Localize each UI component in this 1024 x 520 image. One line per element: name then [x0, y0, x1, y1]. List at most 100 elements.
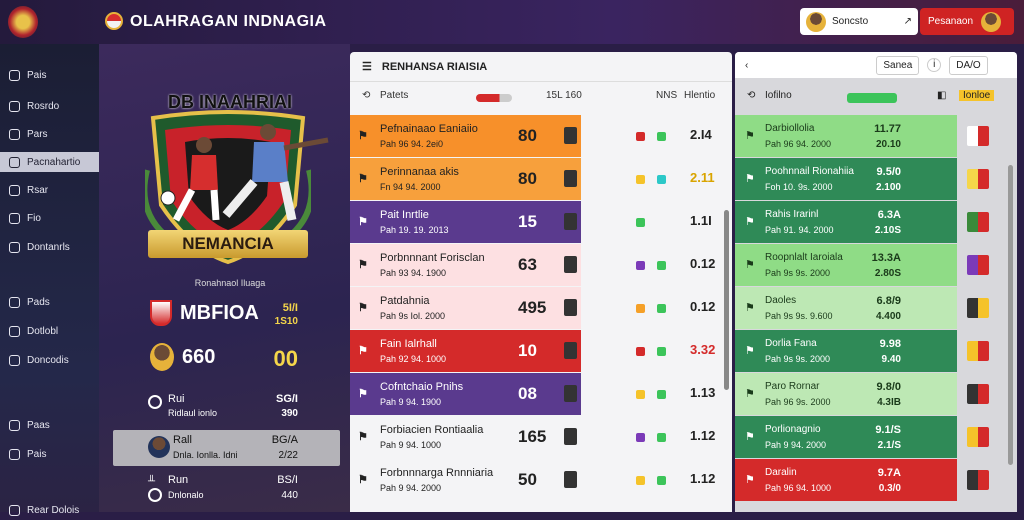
hero-card-1[interactable]: Rall Dnla. Ionlla. Idni BG/A 2/22 [113, 430, 340, 466]
team-icon: ⚑ [358, 474, 368, 486]
player-thumb-icon [564, 127, 577, 144]
search-avatar-icon [806, 11, 826, 32]
sidebar-item-12[interactable]: Rear Dolois [0, 500, 99, 520]
odds-title: Paro Rornar [765, 381, 820, 392]
standings-row[interactable]: ⚑ Porbnnnant Forisclan Pah 93 94. 1900 63 0.… [350, 244, 722, 286]
tab-a[interactable]: Sanea [876, 55, 920, 75]
search-input[interactable]: Soncsto ↗ [800, 8, 918, 35]
standings-row[interactable]: ⚑ Forbiacien Rontiaalia Pah 9 94. 1000 165 1… [350, 416, 722, 458]
odds-val2: 9.40 [881, 354, 901, 365]
hero-row-3-name: Rui [168, 393, 185, 405]
odds-header: ‹ Sanea i DA/O [735, 52, 1017, 78]
row-number: 10 [518, 341, 537, 360]
row-sub: Pah 93 94. 1900 [380, 268, 447, 278]
app-logo-icon[interactable] [8, 6, 38, 38]
team-flag-icon [967, 427, 989, 447]
sidebar-item-7[interactable]: Pads [0, 292, 99, 312]
sidebar-item-label: Pars [27, 128, 48, 140]
row-sub: Pah 92 94. 1000 [380, 354, 447, 364]
player-thumb-icon [564, 213, 577, 230]
odds-title: Porlionagnio [765, 424, 821, 435]
sidebar-item-0[interactable]: Pais [0, 65, 99, 85]
odds-scrollbar[interactable] [1008, 165, 1013, 465]
odds-row[interactable]: ⚑ Poohnnail Rionahiia Foh 10. 9s. 2000 9.5/… [735, 158, 1005, 200]
odds-row[interactable]: ⚑ Paro Rornar Pah 96 9s. 2000 9.8/0 4.3IB [735, 373, 1005, 415]
hero-row-2[interactable]: 660 [150, 343, 215, 371]
sidebar-item-6[interactable]: Dontanrls [0, 237, 99, 257]
odds-row[interactable]: ⚑ Porlionagnio Pah 9 94. 2000 9.1/S 2.1/S [735, 416, 1005, 458]
book-icon [9, 128, 20, 140]
standings-row[interactable]: ⚑ Fain Ialrhall Pah 92 94. 1000 10 3.32 [350, 330, 722, 372]
odds-row[interactable]: ⚑ Darbiollolia Pah 96 94. 2000 11.77 20.10 [735, 115, 1005, 157]
sidebar-item-9[interactable]: Doncodis [0, 350, 99, 370]
row-value: 1.12 [690, 428, 716, 443]
column-header: ⟲ Patets 15L 160 NNS Hlentio [350, 90, 732, 108]
team-flag-icon [967, 470, 989, 490]
progress-bar [476, 94, 512, 102]
team-flag-icon [967, 298, 989, 318]
team-icon: ⚑ [358, 173, 368, 185]
sidebar-item-2[interactable]: Pars [0, 124, 99, 144]
team-flag-icon [967, 255, 989, 275]
cta-button[interactable]: Pesanaon [920, 8, 1014, 35]
team-icon: ⚑ [358, 431, 368, 443]
odds-val2: 2.1/S [877, 440, 901, 451]
standings-scrollbar[interactable] [724, 210, 729, 390]
sidebar-item-11[interactable]: Pais [0, 444, 99, 464]
sidebar-item-3[interactable]: Pacnahartio [0, 152, 99, 172]
standings-row[interactable]: ⚑ Forbnnnarga Rnnniaria Pah 9 94. 2000 50 1.… [350, 459, 722, 501]
row-value: 2.I4 [690, 127, 712, 142]
team-icon: ⚑ [358, 345, 368, 357]
info-icon[interactable]: i [927, 58, 942, 72]
hero-row-1[interactable]: MBFIOA [150, 300, 259, 326]
refresh-icon[interactable]: ⟲ [362, 90, 370, 101]
standings-row[interactable]: ⚑ Perinnanaa akis Fn 94 94. 2000 80 2.11 [350, 158, 722, 200]
row-value: 2.11 [690, 170, 715, 185]
sidebar-item-4[interactable]: Rsar [0, 180, 99, 200]
row-number: 50 [518, 470, 537, 489]
row-title: Fain Ialrhall [380, 338, 437, 350]
row-label-bg: ⚑ Perinnanaa akis Fn 94 94. 2000 80 [350, 158, 581, 200]
team-banner: NEMANCIA [148, 230, 308, 258]
status-dot [657, 433, 666, 442]
card-val2: 440 [281, 490, 298, 501]
sidebar-item-label: Pads [27, 296, 50, 308]
sidebar-item-label: Fio [27, 212, 41, 224]
user-avatar[interactable] [981, 11, 1002, 32]
back-icon[interactable]: ‹ [745, 60, 748, 71]
sidebar-item-label: Rosrdo [27, 100, 60, 112]
odds-row-bg: ⚑ Darbiollolia Pah 96 94. 2000 11.77 20.10 [735, 115, 957, 157]
sidebar-item-1[interactable]: Rosrdo [0, 96, 99, 116]
odds-row[interactable]: ⚑ Daralin Pah 96 94. 1000 9.7A 0.3/0 [735, 459, 1005, 501]
card-sub: Dnlonalo [168, 490, 204, 500]
sidebar: Pais Rosrdo Pars Pacnahartio Rsar Fio Dontanrl… [0, 44, 99, 516]
hero-card-2[interactable]: ╨ Run Dnlonalo BS/I 440 [113, 470, 340, 506]
odds-row[interactable]: ⚑ Dorlia Fana Pah 9s 9s. 2000 9.98 9.40 [735, 330, 1005, 372]
sidebar-item-8[interactable]: Dotlobl [0, 321, 99, 341]
odds-row[interactable]: ⚑ Roopnlalt Iaroiala Pah 9s 9s. 2000 13.3A 2… [735, 244, 1005, 286]
odds-sub: Foh 10. 9s. 2000 [765, 182, 833, 192]
odds-row[interactable]: ⚑ Daoles Pah 9s 9s. 9.600 6.8/9 4.400 [735, 287, 1005, 329]
row-sub: Fn 94 94. 2000 [380, 182, 441, 192]
odds-row-bg: ⚑ Dorlia Fana Pah 9s 9s. 2000 9.98 9.40 [735, 330, 957, 372]
odds-row[interactable]: ⚑ Rahis Irarinl Pah 91. 94. 2000 6.3A 2.10S [735, 201, 1005, 243]
player-avatar [148, 436, 170, 458]
sidebar-item-10[interactable]: Paas [0, 415, 99, 435]
odds-column-header: ⟲ Iofilno ◧ Ionloe [735, 90, 1017, 108]
odds-sub: Pah 9s 9s. 9.600 [765, 311, 833, 321]
standings-row[interactable]: ⚑ Pait Inrtlie Pah 19. 19. 2013 15 1.1I [350, 201, 722, 243]
odds-val2: 2.100 [875, 182, 901, 193]
odds-val1: 9.98 [879, 338, 901, 350]
sidebar-item-5[interactable]: Fio [0, 208, 99, 228]
tab-b[interactable]: DA/O [949, 55, 988, 75]
standings-row[interactable]: ⚑ Cofntchaio Pnihs Pah 9 94. 1900 08 1.13 [350, 373, 722, 415]
standings-row[interactable]: ⚑ Patdahnia Pah 9s Iol. 2000 495 0.12 [350, 287, 722, 329]
row-value: 1.1I [690, 213, 712, 228]
hero-row-1-val2: 1S10 [274, 316, 298, 327]
team-icon: ⚑ [745, 388, 755, 400]
standings-row[interactable]: ⚑ Pefnainaao Eaniaiio Pah 96 94. 2ei0 80 2.I… [350, 115, 722, 157]
refresh-icon[interactable]: ⟲ [747, 90, 755, 101]
odds-title: Roopnlalt Iaroiala [765, 252, 843, 263]
odds-row-bg: ⚑ Poohnnail Rionahiia Foh 10. 9s. 2000 9.5/… [735, 158, 957, 200]
menu-icon[interactable]: ☰ [362, 60, 372, 73]
